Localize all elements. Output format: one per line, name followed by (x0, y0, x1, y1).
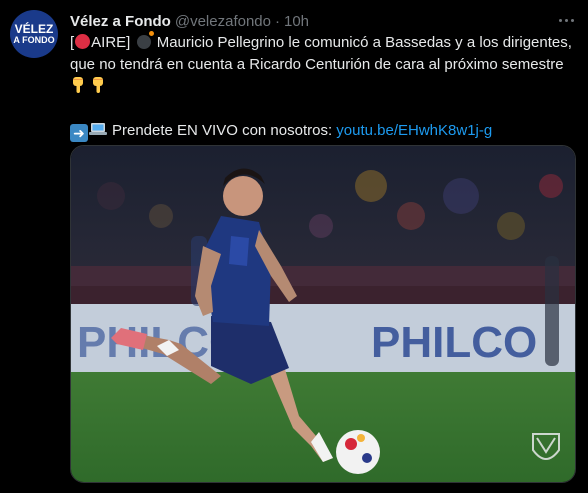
stand-band (71, 266, 575, 306)
tweet-time[interactable]: 10h (284, 13, 309, 30)
avatar-line2: A FONDO (13, 34, 55, 45)
separator-dot: · (274, 12, 280, 30)
tweet[interactable]: VÉLEZ A FONDO Vélez a Fondo @velezafondo… (0, 0, 588, 493)
more-options-button[interactable] (556, 10, 576, 30)
avatar[interactable]: VÉLEZ A FONDO (10, 10, 58, 58)
photo-scene: PHILCO PHILCO (71, 146, 575, 482)
backhand-index-pointing-down-icon (93, 77, 103, 93)
background-player (545, 256, 559, 366)
right-arrow-icon: ➜ (70, 124, 88, 142)
live-invite-text: Prendete EN VIVO con nosotros: (112, 122, 333, 139)
tweet-text: [ AIRE] Mauricio Pellegrino le comunicó a… (70, 31, 580, 142)
author-name[interactable]: Vélez a Fondo (70, 13, 171, 30)
tweet-photo[interactable]: PHILCO PHILCO (70, 145, 576, 483)
avatar-line1: VÉLEZ (14, 21, 54, 36)
author-handle[interactable]: @velezafondo (175, 13, 271, 30)
youtube-link[interactable]: youtu.be/EHwhK8w1j-g (336, 122, 492, 139)
more-horizontal-icon-dot (570, 18, 574, 22)
more-horizontal-icon-dot (558, 18, 562, 22)
tweet-line-1: [ AIRE] Mauricio Pellegrino le comunicó a… (70, 31, 580, 54)
red-circle-icon (75, 34, 91, 49)
soccer-ball (336, 430, 380, 474)
tweet-line-3 (70, 76, 580, 98)
tweet-line-2: que no tendrá en cuenta a Ricardo Centur… (70, 56, 564, 73)
bracket-open: [ (70, 34, 75, 51)
tweet-line-1-text: Mauricio Pellegrino le comunicó a Bassed… (156, 34, 572, 51)
bomb-icon (136, 31, 154, 49)
tweet-header: Vélez a Fondo @velezafondo · 10h (70, 11, 309, 31)
pitch (71, 372, 575, 482)
more-horizontal-icon-dot (564, 18, 568, 22)
backhand-index-pointing-down-icon (73, 77, 83, 93)
tweet-line-4: ➜ Prendete EN VIVO con nosotros: youtu.b… (70, 120, 580, 142)
laptop-icon (89, 123, 107, 135)
banner-right: PHILCO (371, 318, 537, 367)
aire-label: AIRE] (91, 34, 131, 51)
